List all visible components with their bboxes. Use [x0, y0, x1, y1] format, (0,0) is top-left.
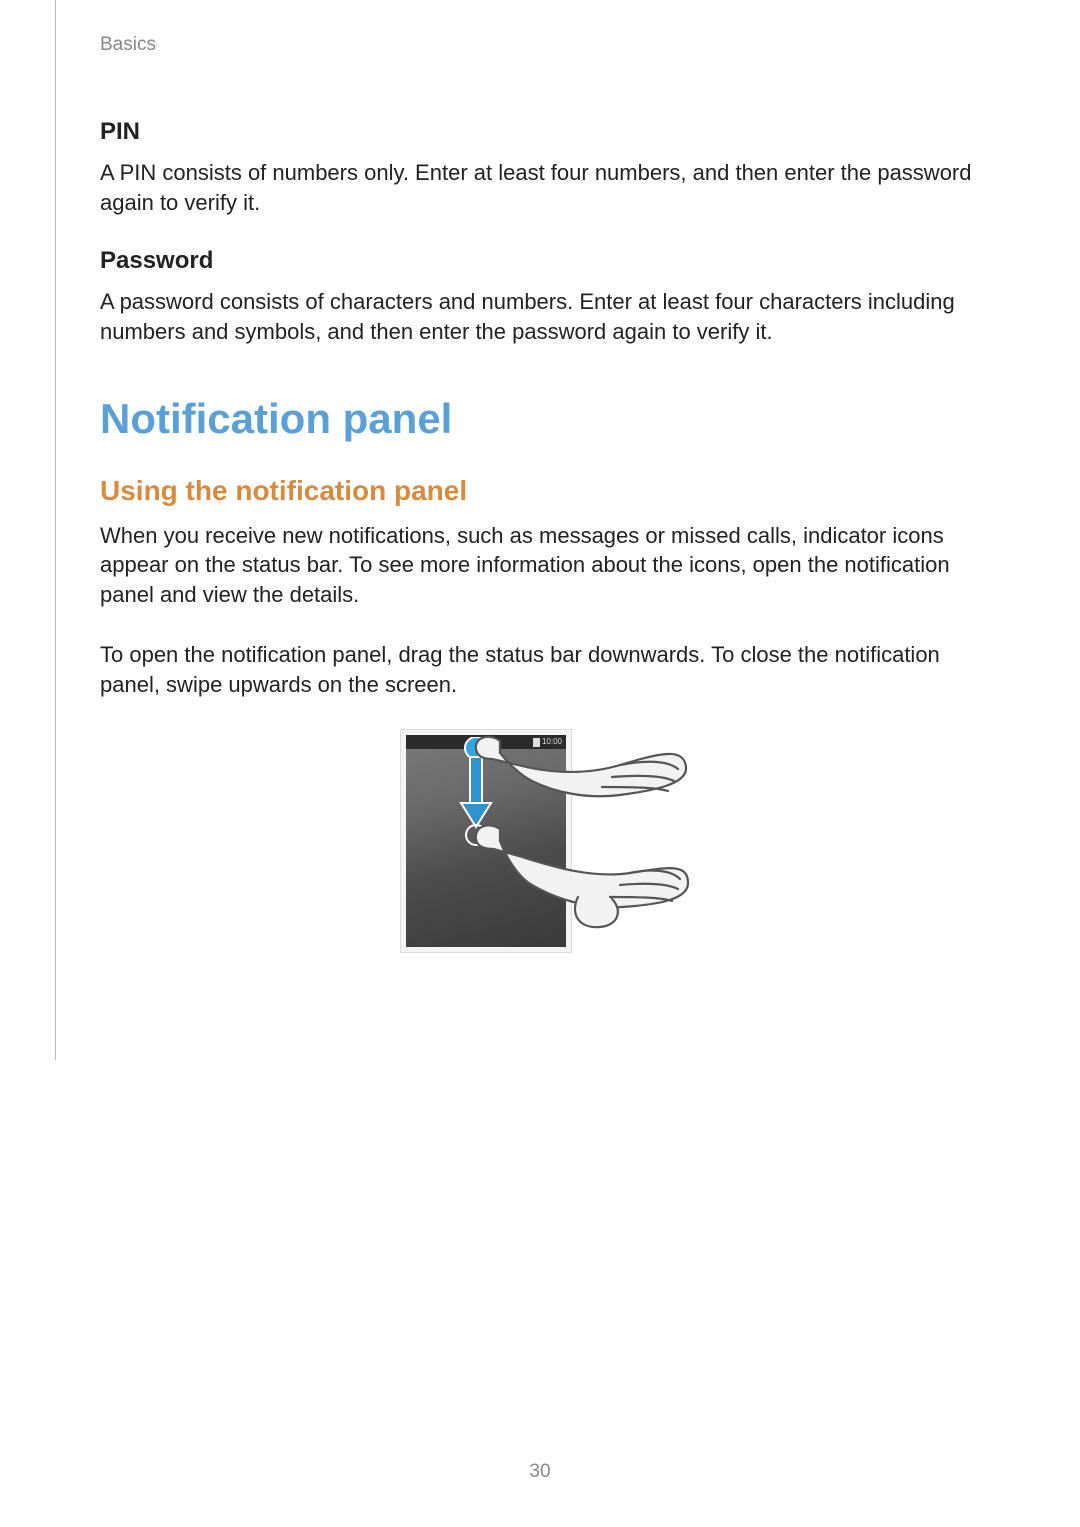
hand-gesture-icon — [470, 729, 690, 959]
pin-heading: PIN — [100, 118, 980, 146]
pin-body: A PIN consists of numbers only. Enter at… — [100, 158, 980, 217]
page-content: Basics PIN A PIN consists of numbers onl… — [0, 0, 1080, 953]
page-number: 30 — [0, 1461, 1080, 1483]
password-heading: Password — [100, 247, 980, 275]
illustration-container: 10:00 — [100, 729, 980, 953]
swipe-down-illustration: 10:00 — [400, 729, 680, 953]
notification-panel-title: Notification panel — [100, 395, 980, 443]
password-body: A password consists of characters and nu… — [100, 287, 980, 346]
notification-body-1: When you receive new notifications, such… — [100, 521, 980, 610]
using-notification-subheading: Using the notification panel — [100, 475, 980, 507]
running-header: Basics — [100, 34, 980, 56]
notification-body-2: To open the notification panel, drag the… — [100, 640, 980, 699]
